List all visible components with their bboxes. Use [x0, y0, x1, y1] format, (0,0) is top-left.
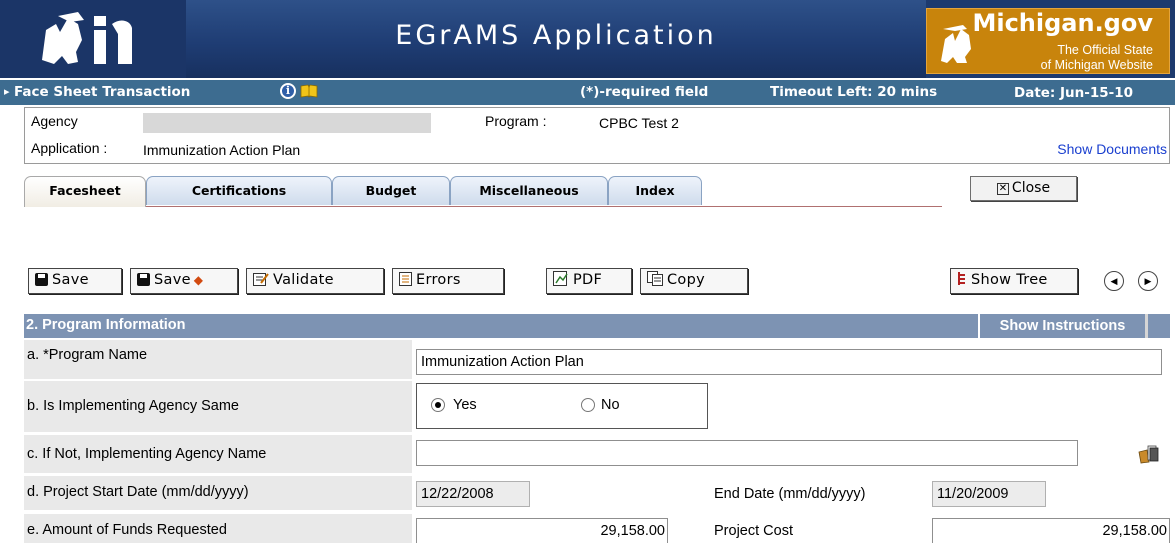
program-label: Program : — [485, 113, 547, 129]
tab-miscellaneous[interactable]: Miscellaneous — [450, 176, 608, 205]
pdf-button[interactable]: PDF — [546, 268, 632, 294]
app-banner: EGrAMS Application Michigan.gov The Offi… — [0, 0, 1175, 78]
tab-budget[interactable]: Budget — [332, 176, 450, 205]
radio-yes-label: Yes — [453, 397, 477, 413]
application-value: Immunization Action Plan — [143, 142, 301, 158]
show-documents-link[interactable]: Show Documents — [1057, 141, 1167, 157]
expand-arrow-icon: ▸ — [4, 85, 10, 98]
application-label: Application : — [31, 140, 108, 156]
michigan-gov-link[interactable]: Michigan.gov The Official State of Michi… — [926, 8, 1170, 74]
end-date-label: End Date (mm/dd/yyyy) — [714, 486, 866, 502]
current-date: Date: Jun-15-10 — [1014, 85, 1134, 101]
next-arrow-icon[interactable]: ▶ — [1138, 271, 1158, 291]
close-icon: ✕ — [996, 183, 1009, 195]
app-title: EGrAMS Application — [395, 20, 717, 51]
radio-no-label: No — [601, 397, 620, 413]
logo-area — [0, 0, 186, 78]
save-plus-marker-icon: ◆ — [193, 273, 204, 287]
banner-title-area: EGrAMS Application — [186, 0, 926, 78]
save-plus-label: Save — [154, 272, 191, 288]
michigan-gov-subtitle-2: of Michigan Website — [1040, 58, 1153, 72]
status-bar: ▸ Face Sheet Transaction i (*)-required … — [0, 80, 1175, 105]
tab-index[interactable]: Index — [608, 176, 702, 205]
michigan-gov-title: Michigan.gov — [972, 9, 1153, 37]
show-tree-button[interactable]: Show Tree — [950, 268, 1078, 294]
validate-label: Validate — [273, 272, 334, 288]
funds-requested-label: e. Amount of Funds Requested — [24, 514, 412, 543]
pdf-icon — [553, 271, 568, 286]
copy-button[interactable]: Copy — [640, 268, 748, 294]
michigan-logo-icon — [42, 12, 132, 64]
save-and-continue-button[interactable]: Save ◆ — [130, 268, 238, 294]
section-title: 2. Program Information — [26, 317, 186, 333]
tab-facesheet[interactable]: Facesheet — [24, 176, 146, 207]
tree-icon — [958, 272, 965, 285]
book-icon[interactable] — [300, 84, 318, 98]
errors-icon — [399, 272, 412, 286]
errors-button[interactable]: Errors — [392, 268, 504, 294]
program-value: CPBC Test 2 — [599, 115, 679, 131]
radio-no[interactable] — [581, 398, 595, 412]
save-button[interactable]: Save — [28, 268, 122, 294]
validate-button[interactable]: Validate — [246, 268, 384, 294]
info-icon[interactable]: i — [280, 83, 296, 99]
validate-icon — [253, 273, 269, 286]
copy-label: Copy — [667, 272, 705, 288]
required-field-note: (*)-required field — [580, 84, 709, 100]
funds-requested-input[interactable]: 29,158.00 — [416, 518, 668, 543]
save-plus-icon — [137, 273, 150, 286]
project-cost-label: Project Cost — [714, 523, 793, 539]
save-disk-icon — [35, 273, 48, 286]
project-start-date-input[interactable]: 12/22/2008 — [416, 481, 530, 507]
radio-yes[interactable] — [431, 398, 445, 412]
project-cost-input[interactable]: 29,158.00 — [932, 518, 1170, 543]
agency-label: Agency — [31, 113, 78, 129]
project-start-date-label: d. Project Start Date (mm/dd/yyyy) — [24, 476, 412, 510]
tab-certifications[interactable]: Certifications — [146, 176, 332, 205]
transaction-title: Face Sheet Transaction — [14, 84, 191, 100]
save-label: Save — [52, 272, 89, 288]
application-header: Agency Program : CPBC Test 2 Application… — [24, 107, 1170, 164]
timeout-indicator: Timeout Left: 20 mins — [770, 84, 938, 100]
close-button[interactable]: ✕ Close — [970, 176, 1077, 201]
prev-arrow-icon[interactable]: ◀ — [1104, 271, 1124, 291]
pdf-label: PDF — [573, 272, 603, 288]
tab-underline — [146, 206, 942, 207]
show-instructions-button[interactable]: Show Instructions — [978, 314, 1148, 338]
close-label: Close — [1011, 180, 1051, 196]
michigan-gov-subtitle-1: The Official State — [1057, 43, 1153, 57]
program-name-label: a. *Program Name — [24, 340, 412, 379]
agency-value — [143, 113, 431, 133]
implementing-agency-same-label: b. Is Implementing Agency Same — [24, 381, 412, 432]
section-header: 2. Program Information Show Instructions — [24, 314, 1170, 338]
implementing-agency-name-input[interactable] — [416, 440, 1078, 466]
copy-icon — [647, 271, 663, 286]
implementing-agency-radio-group: Yes No — [416, 383, 708, 429]
implementing-agency-name-label: c. If Not, Implementing Agency Name — [24, 435, 412, 473]
end-date-input[interactable]: 11/20/2009 — [932, 481, 1046, 507]
show-tree-label: Show Tree — [971, 272, 1048, 288]
program-name-input[interactable]: Immunization Action Plan — [416, 349, 1162, 375]
errors-label: Errors — [416, 272, 461, 288]
folder-lookup-icon[interactable] — [1137, 444, 1161, 464]
